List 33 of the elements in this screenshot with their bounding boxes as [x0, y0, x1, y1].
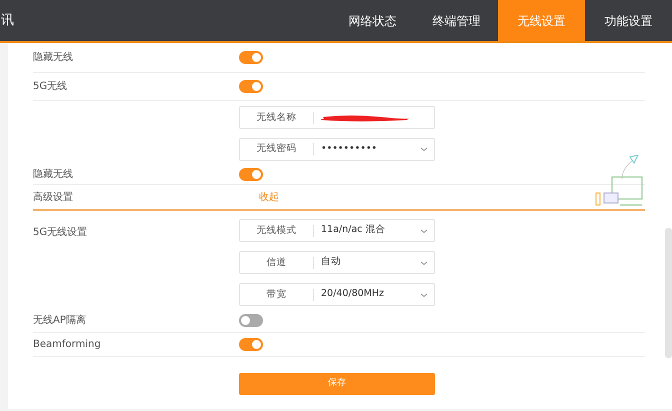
section-label: 高级设置	[33, 190, 74, 204]
setting-label: Beamforming	[33, 338, 102, 352]
chevron-down-icon	[420, 260, 428, 266]
section-label: 5G无线设置	[33, 226, 88, 240]
select-field[interactable]: 带宽 20/40/80MHz	[239, 283, 435, 306]
select-field[interactable]: 无线模式 11a/n/ac 混合	[239, 219, 435, 242]
toggle-switch[interactable]	[239, 168, 263, 180]
chevron-down-icon	[420, 292, 428, 298]
toggle-switch[interactable]	[239, 51, 263, 64]
toggle-switch[interactable]	[239, 80, 263, 93]
setting-label: 隐藏无线	[33, 168, 74, 182]
field-value: 11a/n/ac 混合	[321, 223, 386, 238]
toggle-switch[interactable]	[239, 338, 263, 351]
chevron-down-icon	[420, 228, 428, 234]
field-label: 无线名称	[240, 112, 314, 124]
toggle-switch[interactable]	[239, 314, 263, 327]
field-label: 带宽	[240, 288, 314, 300]
field-value: 自动	[321, 255, 341, 270]
nav-tab[interactable]: 功能设置	[585, 0, 672, 41]
field-value: 20/40/80MHz	[321, 287, 384, 302]
field-label: 无线模式	[240, 224, 314, 236]
setting-label: 无线AP隔离	[33, 314, 87, 328]
input-field[interactable]: 无线名称	[239, 106, 435, 129]
nav-tab[interactable]: 网络状态	[330, 0, 415, 41]
setting-label: 隐藏无线	[33, 50, 74, 65]
select-field[interactable]: 信道 自动	[239, 251, 435, 274]
input-field[interactable]: 无线密码 ••••••••••	[239, 138, 435, 160]
field-label: 无线密码	[240, 143, 314, 155]
nav-tab[interactable]: 终端管理	[415, 0, 498, 41]
setting-label: 5G无线	[33, 80, 68, 94]
field-value: ••••••••••	[321, 142, 378, 156]
brand-text: 讯	[1, 12, 14, 30]
field-label: 信道	[240, 256, 314, 268]
